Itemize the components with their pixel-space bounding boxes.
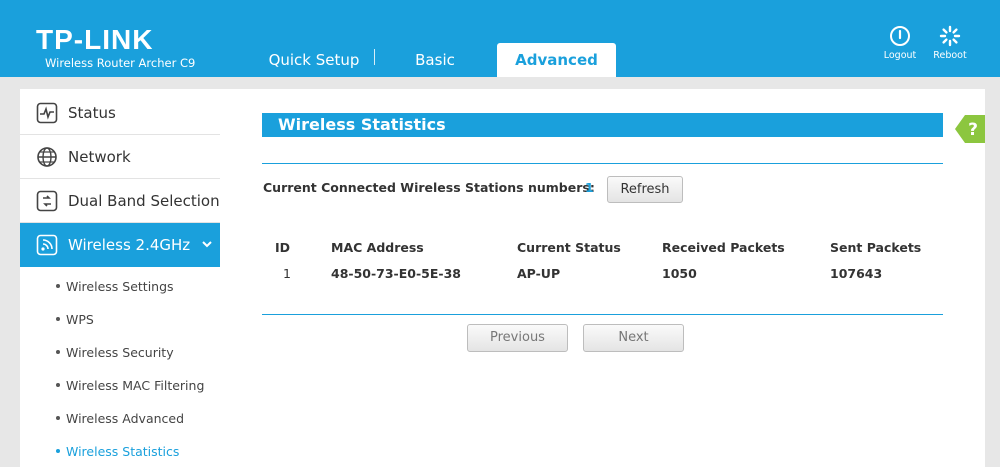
sub-item-mac-filtering[interactable]: Wireless MAC Filtering (56, 369, 220, 402)
help-label: ? (968, 120, 978, 140)
brand-logo: TP-LINK (36, 24, 154, 55)
globe-icon (37, 147, 57, 167)
main-panel: Wireless Statistics Current Connected Wi… (220, 89, 985, 467)
divider (262, 314, 943, 315)
bullet-icon (56, 283, 60, 288)
table-cell-status: AP-UP (517, 266, 561, 281)
connected-stations-label: Current Connected Wireless Stations numb… (263, 180, 595, 195)
help-icon[interactable]: ? (955, 115, 985, 143)
reboot-icon (939, 25, 961, 47)
wireless-icon (36, 234, 58, 256)
logout-button[interactable]: Logout (880, 25, 920, 61)
status-icon (36, 102, 58, 124)
table-cell-id: 1 (283, 266, 291, 281)
sub-item-wireless-settings[interactable]: Wireless Settings (56, 270, 220, 303)
table-cell-mac: 48-50-73-E0-5E-38 (331, 266, 461, 281)
sub-item-label: Wireless MAC Filtering (66, 378, 205, 393)
column-header-mac: MAC Address (331, 240, 424, 255)
sidebar-item-label: Status (68, 104, 116, 122)
refresh-button[interactable]: Refresh (607, 176, 683, 203)
top-header: TP-LINK Wireless Router Archer C9 Quick … (0, 0, 1000, 77)
reboot-button[interactable]: Reboot (930, 25, 970, 61)
sidebar-item-label: Wireless 2.4GHz (68, 236, 191, 254)
sidebar-item-network[interactable]: Network (20, 135, 220, 179)
page-title: Wireless Statistics (262, 113, 943, 137)
table-cell-sent: 107643 (830, 266, 883, 281)
sub-item-label: Wireless Statistics (66, 444, 180, 459)
next-button[interactable]: Next (583, 324, 684, 352)
dual-band-icon (36, 190, 58, 212)
bullet-icon (56, 316, 60, 321)
bullet-icon (56, 448, 60, 453)
tab-basic[interactable]: Basic (395, 43, 475, 77)
sub-item-label: Wireless Settings (66, 279, 174, 294)
table-cell-received: 1050 (662, 266, 697, 281)
bullet-icon (56, 415, 60, 420)
sidebar-item-wireless-24ghz[interactable]: Wireless 2.4GHz (20, 223, 220, 267)
power-icon (890, 26, 910, 46)
sidebar-item-label: Network (68, 148, 131, 166)
tab-divider (374, 49, 375, 65)
connected-stations-count: 1 (585, 180, 594, 195)
chevron-down-icon (202, 241, 212, 248)
sub-item-wireless-advanced[interactable]: Wireless Advanced (56, 402, 220, 435)
sub-item-wps[interactable]: WPS (56, 303, 220, 336)
sub-item-label: Wireless Security (66, 345, 174, 360)
bullet-icon (56, 382, 60, 387)
column-header-received: Received Packets (662, 240, 785, 255)
divider (262, 163, 943, 164)
previous-button[interactable]: Previous (467, 324, 568, 352)
sidebar-item-status[interactable]: Status (20, 91, 220, 135)
column-header-id: ID (275, 240, 291, 255)
reboot-label: Reboot (933, 50, 967, 61)
column-header-status: Current Status (517, 240, 621, 255)
sub-item-wireless-security[interactable]: Wireless Security (56, 336, 220, 369)
sub-item-label: WPS (66, 312, 94, 327)
tab-advanced[interactable]: Advanced (497, 43, 616, 77)
sidebar-item-label: Dual Band Selection (68, 192, 220, 210)
bullet-icon (56, 349, 60, 354)
sidebar: Status Network Dual Band Selection Wirel… (20, 89, 220, 467)
sub-item-label: Wireless Advanced (66, 411, 185, 426)
sidebar-item-dual-band[interactable]: Dual Band Selection (20, 179, 220, 223)
column-header-sent: Sent Packets (830, 240, 922, 255)
logout-label: Logout (883, 50, 917, 61)
model-name: Wireless Router Archer C9 (45, 56, 196, 70)
tab-quick-setup[interactable]: Quick Setup (262, 43, 366, 77)
sub-item-wireless-statistics[interactable]: Wireless Statistics (56, 435, 220, 467)
